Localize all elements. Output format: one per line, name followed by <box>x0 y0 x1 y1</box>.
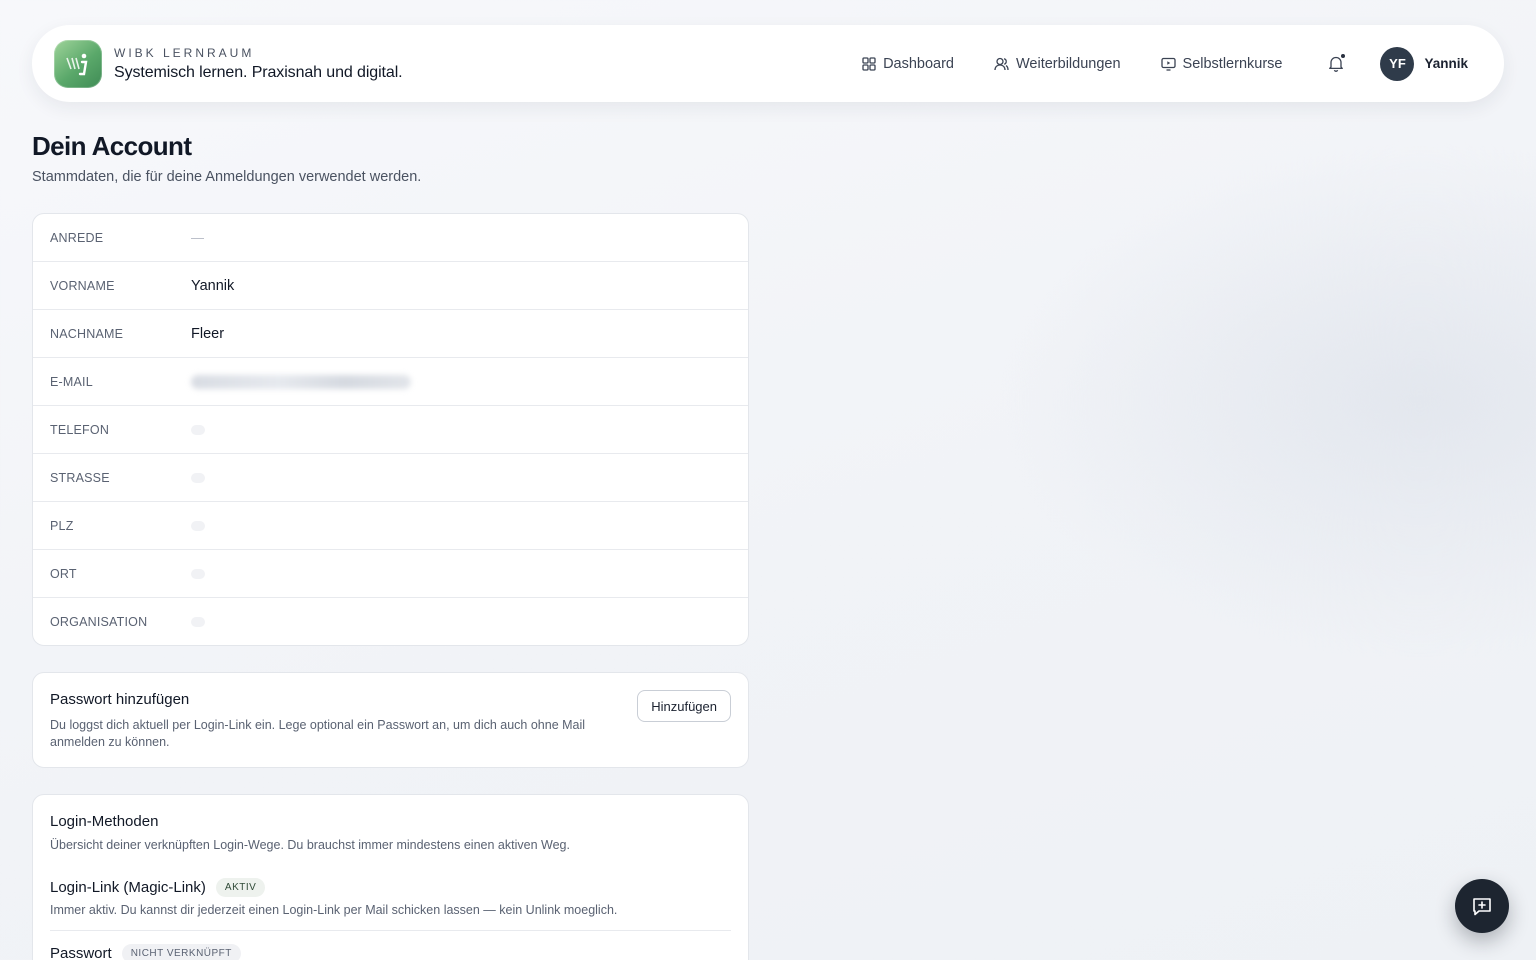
field-label: VORNAME <box>50 278 115 293</box>
login-methods-title: Login-Methoden <box>50 813 159 830</box>
nav-dashboard-label: Dashboard <box>883 55 954 72</box>
bell-icon <box>1329 56 1344 72</box>
brand-name: WIBK LERNRAUM <box>114 45 255 60</box>
login-method-password: Passwort NICHT VERKNÜPFT <box>50 944 731 960</box>
field-row-organisation: ORGANISATION <box>33 598 748 645</box>
field-label: E-MAIL <box>50 374 93 389</box>
nav-selbstlernkurse[interactable]: Selbstlernkurse <box>1160 55 1283 72</box>
status-badge: AKTIV <box>215 878 266 897</box>
method-name: Passwort <box>50 945 112 960</box>
field-value-anrede: — <box>191 230 204 245</box>
field-label: PLZ <box>50 518 74 533</box>
login-methods-card: Login-Methoden Übersicht deiner verknüpf… <box>32 794 749 960</box>
method-name: Login-Link (Magic-Link) <box>50 879 206 896</box>
field-label: ORGANISATION <box>50 615 148 629</box>
add-password-button[interactable]: Hinzufügen <box>637 690 731 722</box>
main-nav: Dashboard Weiterbildungen Selbstlernkurs… <box>862 46 1468 81</box>
field-value-strasse <box>191 472 205 483</box>
field-row-plz: PLZ <box>33 502 748 550</box>
field-row-email: E-MAIL <box>33 358 748 406</box>
field-row-anrede: ANREDE — <box>33 214 748 262</box>
nav-weiterbildungen[interactable]: Weiterbildungen <box>994 56 1121 72</box>
monitor-play-icon <box>1160 57 1176 71</box>
field-value-nachname: Fleer <box>191 325 225 342</box>
field-value-email-redacted <box>191 374 411 389</box>
grid-icon <box>862 56 876 71</box>
method-description: Immer aktiv. Du kannst dir jederzeit ein… <box>50 903 618 917</box>
login-methods-description: Übersicht deiner verknüpften Login-Wege.… <box>50 838 570 852</box>
divider <box>50 930 731 931</box>
user-menu[interactable]: YF Yannik <box>1380 46 1468 81</box>
field-row-vorname: VORNAME Yannik <box>33 262 748 310</box>
user-name: Yannik <box>1424 56 1468 71</box>
brand: WIBK LERNRAUM Systemisch lernen. Praxisn… <box>114 46 403 82</box>
field-row-strasse: STRASSE <box>33 454 748 502</box>
field-value-ort <box>191 568 205 579</box>
field-label: TELEFON <box>50 422 110 437</box>
field-value-organisation <box>191 617 205 627</box>
field-row-ort: ORT <box>33 550 748 598</box>
nav-dashboard[interactable]: Dashboard <box>862 56 954 72</box>
avatar: YF <box>1380 46 1415 81</box>
field-value-vorname: Yannik <box>191 277 235 294</box>
login-method-magic-link: Login-Link (Magic-Link) AKTIV Immer akti… <box>50 878 731 917</box>
nav-selbstlernkurse-label: Selbstlernkurse <box>1182 55 1283 72</box>
field-label: STRASSE <box>50 470 110 485</box>
field-label: ORT <box>50 566 77 581</box>
field-label: NACHNAME <box>50 326 124 341</box>
nav-weiterbildungen-label: Weiterbildungen <box>1016 55 1121 72</box>
field-row-nachname: NACHNAME Fleer <box>33 310 748 358</box>
notifications-button[interactable] <box>1326 53 1346 74</box>
add-password-description: Du loggst dich aktuell per Login-Link ei… <box>50 718 586 749</box>
top-bar: WIBK LERNRAUM Systemisch lernen. Praxisn… <box>32 25 1504 102</box>
add-password-title: Passwort hinzufügen <box>50 691 190 708</box>
wibk-logo[interactable] <box>54 39 102 88</box>
page-subtitle: Stammdaten, die für deine Anmeldungen ve… <box>32 169 422 185</box>
message-plus-icon <box>1473 898 1491 916</box>
brand-tagline: Systemisch lernen. Praxisnah und digital… <box>114 63 403 81</box>
users-icon <box>994 57 1009 70</box>
field-row-telefon: TELEFON <box>33 406 748 454</box>
status-badge: NICHT VERKNÜPFT <box>121 944 241 960</box>
notification-dot <box>1341 53 1346 58</box>
page-title: Dein Account <box>32 131 192 161</box>
field-value-telefon <box>191 424 205 435</box>
feedback-chat-button[interactable] <box>1455 879 1509 933</box>
account-fields-card: ANREDE — VORNAME Yannik NACHNAME Fleer E… <box>32 213 749 646</box>
add-password-card: Passwort hinzufügen Du loggst dich aktue… <box>32 672 749 768</box>
field-label: ANREDE <box>50 230 104 245</box>
field-value-plz <box>191 520 205 531</box>
